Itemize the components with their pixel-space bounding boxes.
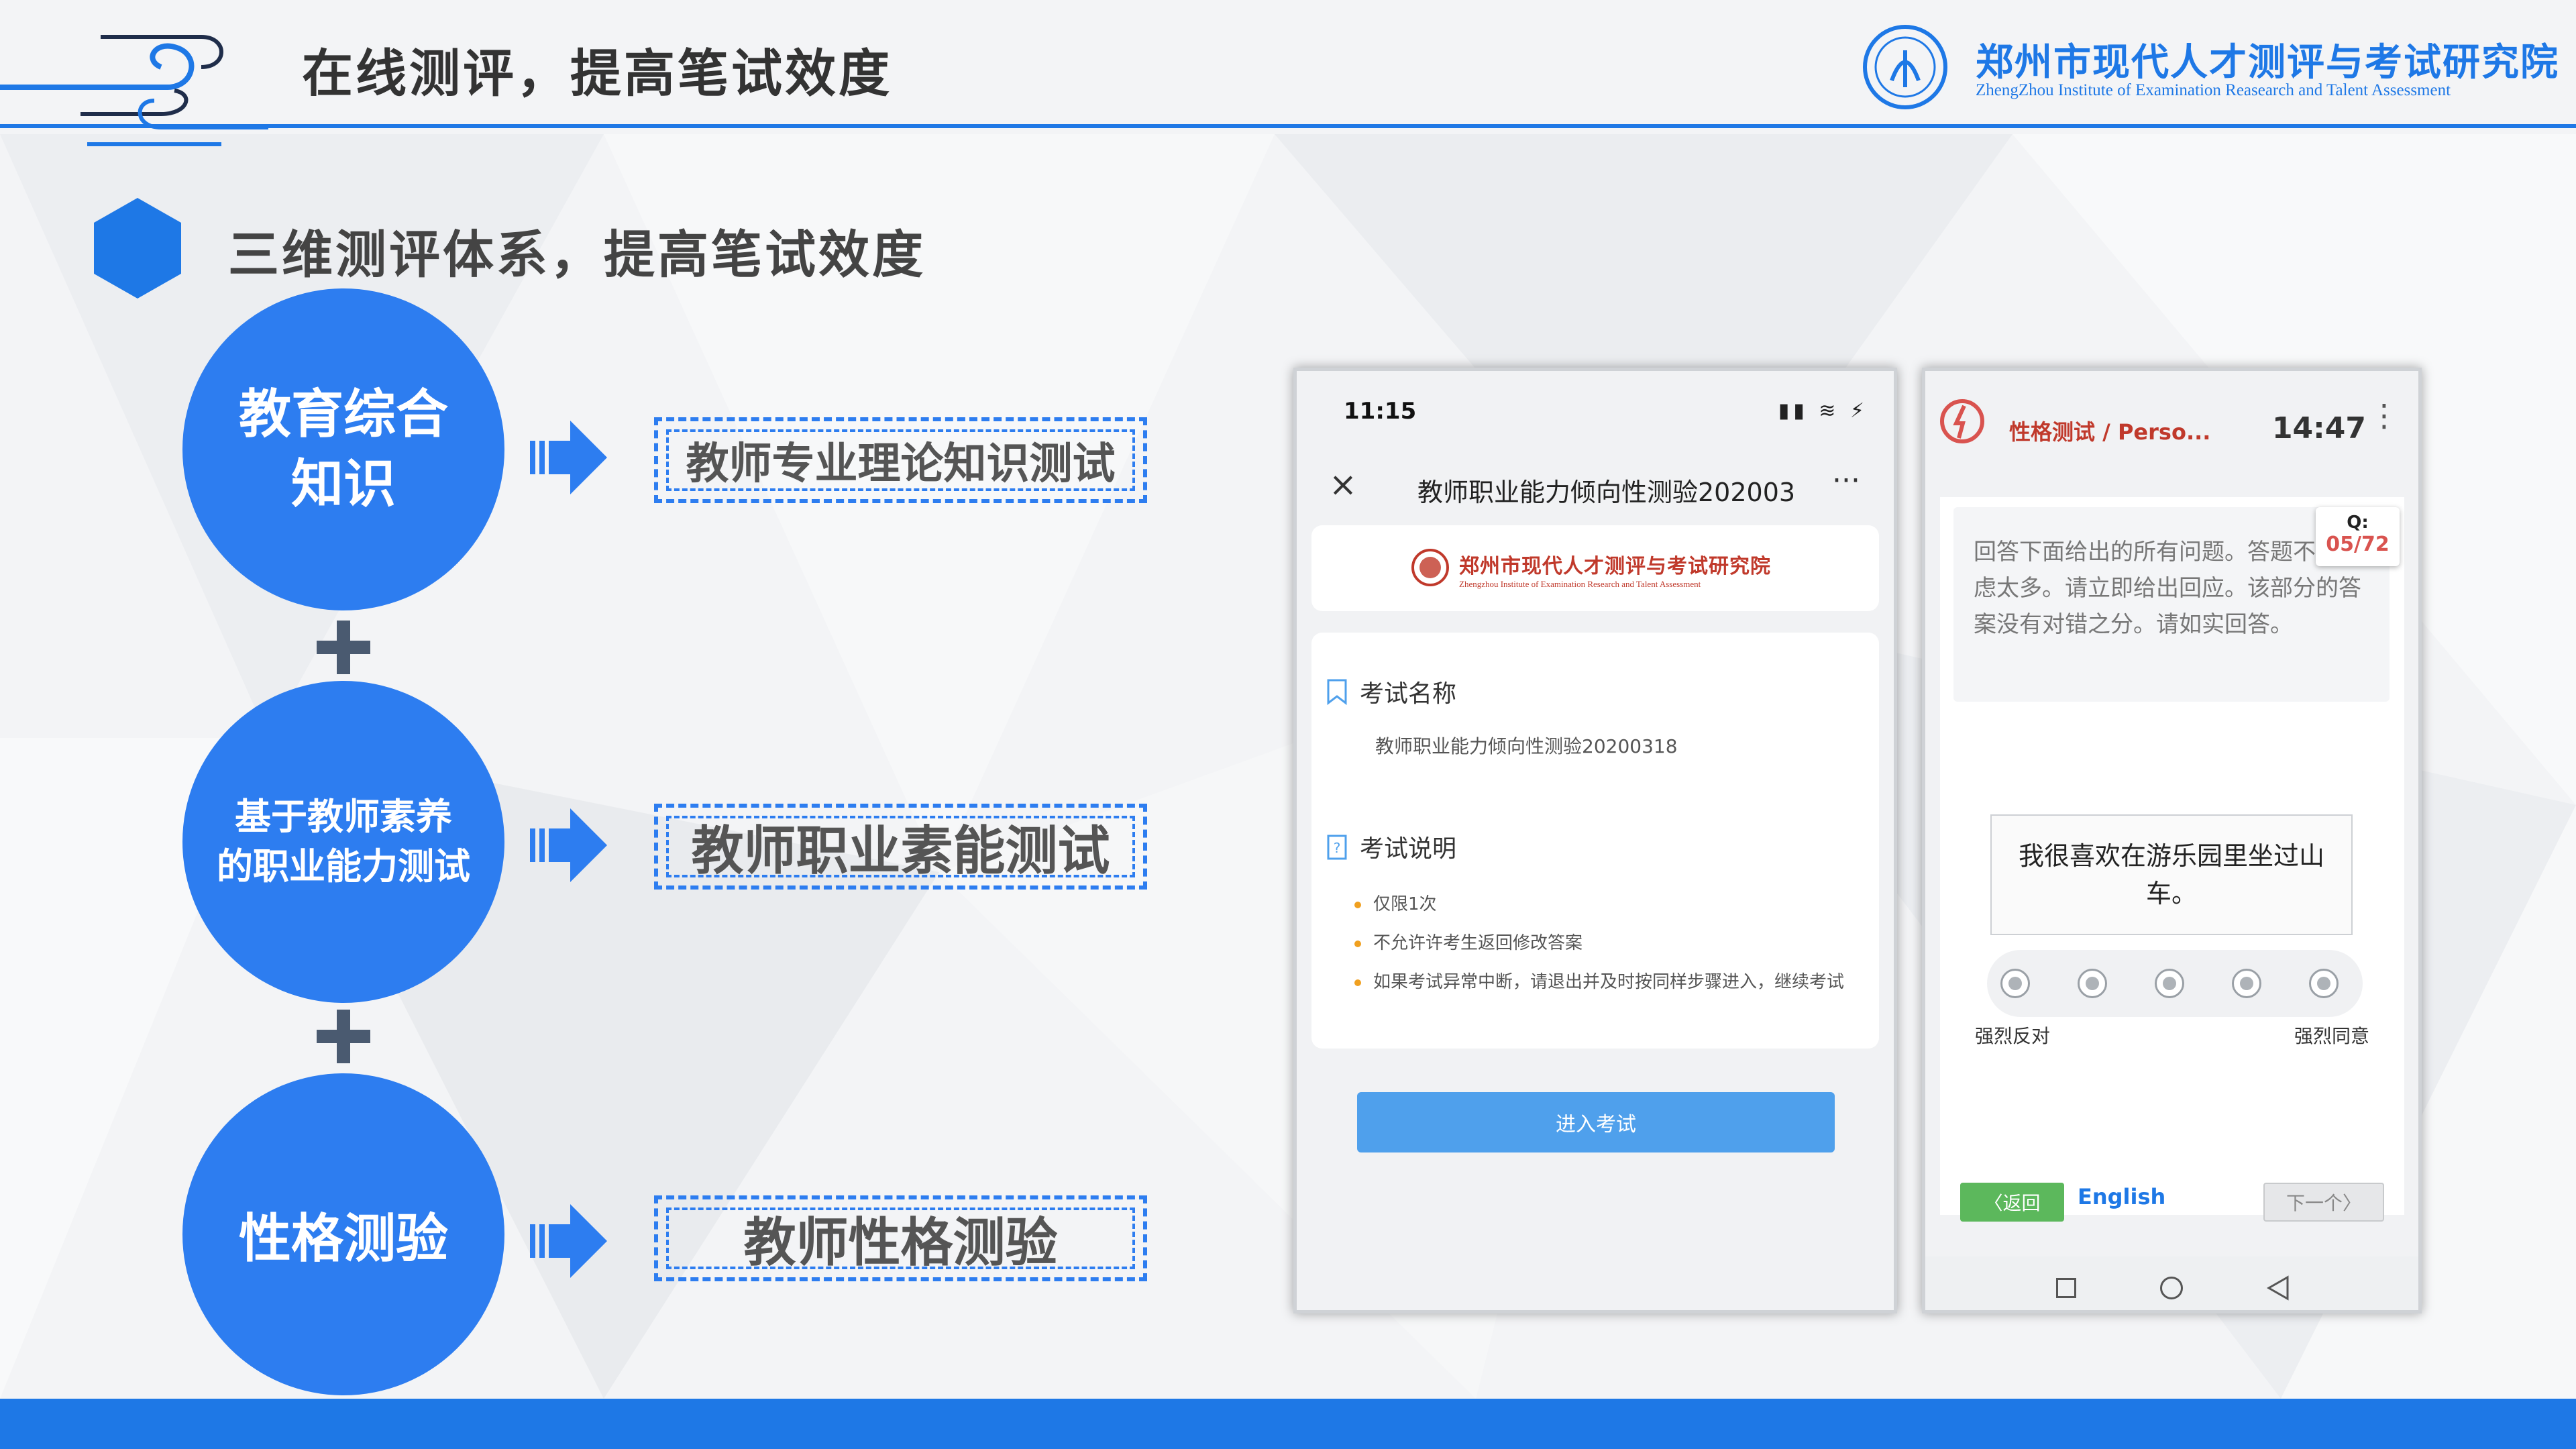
exam-name-value: 教师职业能力倾向性测验20200318 xyxy=(1375,735,1678,757)
question-counter: Q: 05/72 xyxy=(2316,507,2400,566)
help-doc-icon: ? xyxy=(1327,835,1347,860)
question-statement: 我很喜欢在游乐园里坐过山车。 xyxy=(1990,814,2353,935)
close-icon[interactable]: × xyxy=(1329,465,1357,504)
nav-bar: × 教师职业能力倾向性测验202003 ··· xyxy=(1297,445,1894,532)
exam-desc-label: 考试说明 xyxy=(1360,835,1457,863)
question-count: 05/72 xyxy=(2326,533,2390,556)
square-nav-icon[interactable] xyxy=(2056,1278,2076,1298)
radio-option-3[interactable] xyxy=(2155,969,2184,998)
header-title: 在线测评，提高笔试效度 xyxy=(302,44,892,103)
phone-exam-intro: 11:15 ▮▮ ≋ ⚡ × 教师职业能力倾向性测验202003 ··· 郑州市… xyxy=(1293,368,1897,1313)
hexagon-icon xyxy=(94,198,181,299)
cloud-decoration-icon xyxy=(0,35,268,146)
phone-personality-test: 性格测试 / Perso... 14:47 ⋮ 回答下面给出的所有问题。答题不要… xyxy=(1922,368,2422,1313)
institute-logo-icon xyxy=(1863,25,1947,109)
nav-title: 教师职业能力倾向性测验202003 xyxy=(1417,478,1793,507)
header-divider xyxy=(0,124,2576,128)
list-item: 如果考试异常中断，请退出并及时按同样步骤进入，继续考试 xyxy=(1352,969,1862,996)
box-personality-test: 教师性格测验 xyxy=(654,1195,1147,1281)
circle-line: 性格测验 xyxy=(238,1209,448,1269)
radio-option-2[interactable] xyxy=(2078,969,2107,998)
section-title: 三维测评体系，提高笔试效度 xyxy=(228,225,926,284)
circle-personality: 性格测验 xyxy=(182,1073,504,1395)
android-nav-bar xyxy=(1925,1256,2418,1310)
test-timer: 14:47 xyxy=(2271,411,2366,445)
plus-icon xyxy=(317,1010,370,1063)
radio-option-5[interactable] xyxy=(2309,969,2339,998)
banner-name-en: Zhengzhou Institute of Examination Resea… xyxy=(1459,579,1701,589)
enter-exam-button[interactable]: 进入考试 xyxy=(1357,1092,1835,1152)
english-link[interactable]: English xyxy=(2078,1184,2165,1210)
circle-line: 基于教师素养 xyxy=(235,796,452,838)
circle-nav-icon[interactable] xyxy=(2160,1277,2183,1299)
test-header: 性格测试 / Perso... 14:47 ⋮ xyxy=(1925,371,2418,475)
right-arrow-icon xyxy=(530,808,607,882)
list-item: 不允许许考生返回修改答案 xyxy=(1352,930,1862,957)
bookmark-icon xyxy=(1327,679,1347,705)
scale-right-label: 强烈同意 xyxy=(2294,1025,2369,1047)
rules-list: 仅限1次 不允许许考生返回修改答案 如果考试异常中断，请退出并及时按同样步骤进入… xyxy=(1352,891,1862,1008)
status-icons: ▮▮ ≋ ⚡ xyxy=(1778,399,1868,423)
back-button[interactable]: 〈返回 xyxy=(1960,1183,2064,1222)
circle-line: 知识 xyxy=(290,454,396,515)
circle-line: 教育综合 xyxy=(238,384,448,445)
exam-info-card: 考试名称 教师职业能力倾向性测验20200318 ? 考试说明 仅限1次 不允许… xyxy=(1311,633,1879,1049)
org-name-cn: 郑州市现代人才测评与考试研究院 xyxy=(1976,41,2559,85)
menu-icon[interactable]: ⋮ xyxy=(2369,400,2400,431)
box-theory-knowledge-test: 教师专业理论知识测试 xyxy=(654,417,1147,503)
radio-option-4[interactable] xyxy=(2232,969,2261,998)
right-arrow-icon xyxy=(530,1204,607,1278)
status-bar: 11:15 ▮▮ ≋ ⚡ xyxy=(1297,371,1894,445)
radio-option-1[interactable] xyxy=(2000,969,2030,998)
circle-professional-ability: 基于教师素养 的职业能力测试 xyxy=(182,681,504,1003)
svg-text:?: ? xyxy=(1334,840,1341,856)
footer-bar xyxy=(0,1399,2576,1449)
org-name-en: ZhengZhou Institute of Examination Rease… xyxy=(1976,81,2451,99)
test-logo-icon xyxy=(1940,399,1984,443)
more-icon[interactable]: ··· xyxy=(1832,464,1860,498)
circle-line: 的职业能力测试 xyxy=(217,845,470,888)
question-label: Q: xyxy=(2347,513,2369,533)
likert-scale xyxy=(1987,950,2363,1017)
triangle-back-icon[interactable] xyxy=(2266,1275,2290,1301)
box-professional-test: 教师职业素能测试 xyxy=(654,804,1147,890)
institute-seal-icon xyxy=(1411,549,1449,586)
right-arrow-icon xyxy=(530,421,607,494)
circle-education-knowledge: 教育综合 知识 xyxy=(182,288,504,610)
plus-icon xyxy=(317,621,370,674)
scale-left-label: 强烈反对 xyxy=(1975,1025,2051,1047)
test-title: 性格测试 / Perso... xyxy=(2009,419,2211,445)
next-button[interactable]: 下一个〉 xyxy=(2263,1183,2384,1222)
status-time: 11:15 xyxy=(1344,398,1417,425)
exam-name-label: 考试名称 xyxy=(1360,680,1457,708)
question-panel: 回答下面给出的所有问题。答题不要考虑太多。请立即给出回应。该部分的答案没有对错之… xyxy=(1940,497,2404,1222)
institute-banner: 郑州市现代人才测评与考试研究院 Zhengzhou Institute of E… xyxy=(1311,525,1879,611)
banner-name-cn: 郑州市现代人才测评与考试研究院 xyxy=(1459,555,1771,578)
list-item: 仅限1次 xyxy=(1352,891,1862,918)
